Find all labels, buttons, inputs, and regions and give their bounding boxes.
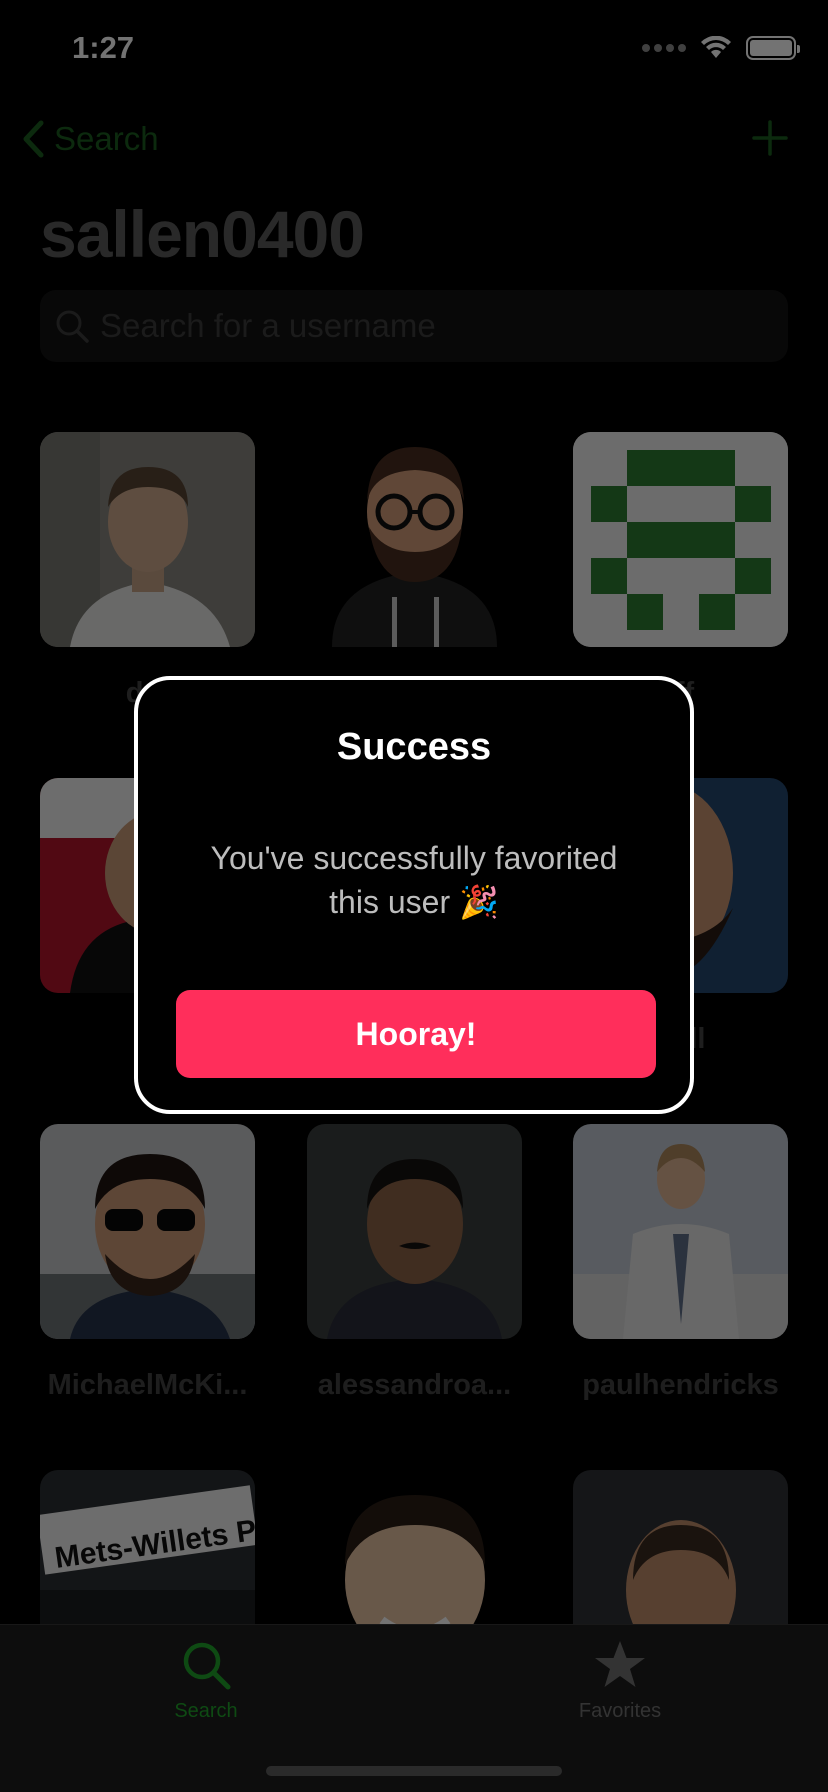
username-label: alessandroa...	[317, 1369, 512, 1401]
success-dialog: Success You've successfully favorited th…	[134, 676, 694, 1114]
search-icon	[56, 310, 89, 343]
dialog-message-line: this user 🎉	[329, 884, 499, 920]
battery-icon	[746, 36, 800, 60]
user-cell[interactable]: dm	[40, 432, 255, 710]
status-bar: 1:27	[0, 0, 828, 100]
hooray-button[interactable]: Hooray!	[176, 990, 656, 1078]
status-icons	[642, 36, 800, 60]
back-label: Search	[54, 120, 159, 157]
navigation-bar: Search	[0, 110, 828, 170]
user-avatar	[573, 1124, 788, 1339]
tab-label: Search	[174, 1700, 238, 1722]
dialog-title: Success	[336, 726, 492, 768]
user-cell[interactable]: paulhendricks	[573, 1124, 788, 1402]
chevron-left-icon	[23, 120, 44, 158]
user-cell[interactable]	[307, 432, 522, 677]
signal-icon	[642, 44, 686, 52]
status-time: 1:27	[72, 30, 135, 65]
user-avatar	[40, 432, 255, 647]
home-indicator	[266, 1766, 562, 1776]
user-cell[interactable]: alessandroa...	[307, 1124, 522, 1402]
tab-search[interactable]: Search	[106, 1639, 306, 1723]
dialog-message-line: You've successfully favorited	[210, 840, 618, 876]
add-button[interactable]	[752, 120, 788, 156]
user-cell[interactable]: MichaelMcKi...	[40, 1124, 255, 1402]
tab-label: Favorites	[578, 1700, 662, 1722]
username-label: MichaelMcKi...	[47, 1369, 248, 1401]
username-label: paulhendricks	[582, 1369, 779, 1401]
page-title: sallen0400	[40, 197, 365, 271]
search-placeholder: Search for a username	[100, 307, 436, 344]
search-icon	[183, 1642, 231, 1690]
search-field[interactable]: Search for a username	[40, 290, 788, 362]
user-avatar	[40, 1124, 255, 1339]
dialog-message: You've successfully favorited this user …	[138, 836, 690, 924]
user-cell[interactable]: lff	[573, 432, 788, 710]
user-avatar	[573, 432, 788, 647]
tab-favorites[interactable]: Favorites	[520, 1639, 720, 1723]
user-avatar	[307, 1124, 522, 1339]
star-icon	[595, 1641, 645, 1687]
back-button[interactable]: Search	[22, 120, 159, 158]
user-avatar	[307, 432, 522, 647]
wifi-icon	[701, 36, 731, 58]
